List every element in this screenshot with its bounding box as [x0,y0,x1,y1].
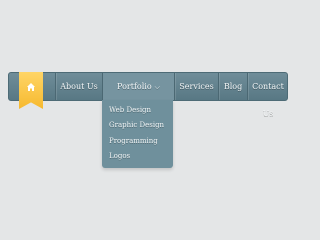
nav-item-services[interactable]: Services [175,73,218,100]
nav-item-label: Portfolio [117,82,152,91]
nav-item-about-us[interactable]: About Us [56,73,102,100]
chevron-down-icon: ⌵ [154,83,160,91]
home-button[interactable] [19,72,43,109]
nav-item-label: Blog [223,82,243,91]
nav-item-label: Contact Us [252,82,284,118]
main-navigation: About Us Portfolio ⌵ Services Blog Contac… [8,72,288,118]
home-icon [27,83,35,91]
dropdown-item-graphic-design[interactable]: Graphic Design [109,121,164,129]
nav-item-label: Services [179,82,214,91]
nav-item-portfolio[interactable]: Portfolio ⌵ [103,73,174,100]
nav-item-contact-us[interactable]: Contact Us [248,73,288,118]
dropdown-item-logos[interactable]: Logos [109,152,130,160]
dropdown-item-web-design[interactable]: Web Design [109,106,151,114]
portfolio-dropdown-menu: Web Design Graphic Design Programming Lo… [102,100,173,168]
nav-item-label: About Us [60,82,98,91]
nav-item-blog[interactable]: Blog [219,73,247,100]
dropdown-item-programming[interactable]: Programming [109,137,158,145]
